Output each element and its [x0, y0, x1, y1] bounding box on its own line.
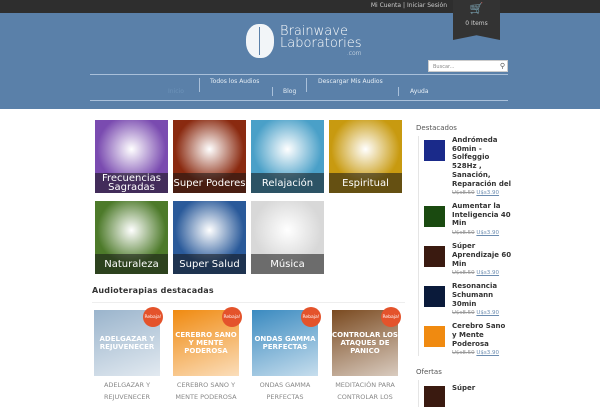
category-tile[interactable]: Música — [251, 201, 324, 274]
featured-item-title[interactable]: Andrómeda 60min - Solfeggio 528Hz , Sana… — [452, 136, 512, 188]
brain-logo-icon — [246, 24, 274, 58]
logo-line2: Laboratories — [280, 35, 362, 51]
featured-thumbnail[interactable] — [424, 326, 445, 348]
product-image-text: CEREBRO SANO Y MENTE PODEROSA — [175, 331, 237, 355]
featured-thumbnail[interactable] — [424, 140, 445, 161]
featured-thumbnail[interactable] — [424, 286, 445, 308]
search-placeholder: Buscar... — [433, 64, 455, 70]
featured-item[interactable]: Súper Aprendizaje 60 Min U$s8.50 U$s3.90 — [424, 242, 600, 276]
top-bar: Mi Cuenta | Iniciar Sesión — [0, 0, 600, 13]
featured-item[interactable]: Cerebro Sano y Mente Poderosa U$s8.50 U$s… — [424, 322, 600, 356]
category-tile[interactable]: Naturaleza — [95, 201, 168, 274]
offers-title: Ofertas — [416, 368, 442, 377]
product-caption[interactable]: MEDITACIÓN PARA CONTROLAR LOS — [325, 379, 405, 403]
sale-badge: Rebaja! — [143, 307, 163, 327]
product-image[interactable]: ADELGAZAR Y REJUVENECER Rebaja! — [94, 307, 163, 376]
nav-separator — [306, 78, 307, 92]
nav-blog[interactable]: Blog — [283, 86, 296, 98]
logo[interactable]: Brainwave Laboratories .com — [246, 24, 362, 58]
featured-thumbnail[interactable] — [424, 206, 445, 227]
category-tile[interactable]: Relajación — [251, 120, 324, 193]
sale-price: U$s3.90 — [476, 190, 500, 196]
old-price: U$s8.50 — [452, 310, 475, 317]
nav-separator — [398, 87, 399, 96]
nav-todos-los-audios[interactable]: Todos los Audios — [210, 76, 265, 88]
product-caption[interactable]: ONDAS GAMMA PERFECTAS — [245, 379, 325, 403]
sale-badge: Rebaja! — [222, 307, 242, 327]
cart-icon: 🛒 — [469, 2, 484, 15]
product-image[interactable]: ONDAS GAMMA PERFECTAS Rebaja! — [252, 307, 321, 376]
sale-price: U$s3.90 — [476, 230, 500, 237]
product-caption[interactable]: CEREBRO SANO Y MENTE PODEROSA — [166, 379, 246, 403]
logo-line3: .com — [346, 49, 362, 57]
product-image-text: CONTROLAR LOS ATAQUES DE PANICO — [332, 331, 398, 355]
category-label: Espiritual — [329, 173, 402, 193]
category-label: Naturaleza — [95, 254, 168, 274]
category-tile[interactable]: Super Salud — [173, 201, 246, 274]
category-tile[interactable]: Frecuencias Sagradas — [95, 120, 168, 193]
sidebar: Destacados Andrómeda 60min - Solfeggio 5… — [416, 124, 600, 413]
nav-ayuda[interactable]: Ayuda — [410, 86, 429, 98]
product-image[interactable]: CONTROLAR LOS ATAQUES DE PANICO Rebaja! — [332, 307, 401, 376]
old-price: U$s8.50 — [452, 230, 475, 237]
offer-item[interactable]: Súper — [424, 380, 600, 408]
nav-divider — [90, 100, 508, 101]
sale-badge: Rebaja! — [301, 307, 321, 327]
sale-price: U$s3.90 — [476, 350, 500, 357]
search-input[interactable]: Buscar... ⚲ — [428, 60, 508, 72]
featured-item[interactable]: Resonancia Schumann 30min U$s8.50 U$s3.90 — [424, 282, 600, 316]
sale-price: U$s3.90 — [476, 270, 500, 277]
category-label: Música — [251, 254, 324, 274]
featured-thumbnail[interactable] — [424, 246, 445, 268]
old-price: U$s8.50 — [452, 350, 475, 357]
category-label: Frecuencias Sagradas — [95, 173, 168, 193]
offer-item-title[interactable]: Súper — [452, 384, 512, 407]
cart-button[interactable]: 🛒 0 Items — [453, 0, 500, 40]
category-label: Relajación — [251, 173, 324, 193]
old-price: U$s8.50 — [452, 270, 475, 277]
login-link[interactable]: Iniciar Sesión — [407, 2, 447, 9]
sale-price: U$s3.90 — [476, 310, 500, 317]
category-tile[interactable]: Espiritual — [329, 120, 402, 193]
nav-separator — [272, 87, 273, 96]
product-image-text: ADELGAZAR Y REJUVENECER — [99, 335, 155, 351]
nav-inicio[interactable]: Inicio — [168, 86, 184, 98]
featured-item-title[interactable]: Cerebro Sano y Mente Poderosa — [452, 322, 512, 348]
product-card[interactable]: ADELGAZAR Y REJUVENECER Rebaja! ADELGAZAR … — [94, 307, 163, 403]
search-icon[interactable]: ⚲ — [500, 62, 505, 70]
my-account-link[interactable]: Mi Cuenta — [371, 2, 401, 9]
product-card[interactable]: ONDAS GAMMA PERFECTAS Rebaja! ONDAS GAMMA … — [252, 307, 321, 403]
nav-separator — [199, 78, 200, 92]
product-image[interactable]: CEREBRO SANO Y MENTE PODEROSA Rebaja! — [173, 307, 242, 376]
category-label: Super Salud — [173, 254, 246, 274]
product-caption[interactable]: ADELGAZAR Y REJUVENECER — [87, 379, 167, 403]
nav-divider — [90, 74, 508, 75]
nav-descargar[interactable]: Descargar Mis Audios — [318, 76, 393, 88]
featured-item[interactable]: Aumentar la Inteligencia 40 Min U$s8.50 U… — [424, 202, 600, 236]
product-image-text: ONDAS GAMMA PERFECTAS — [254, 335, 316, 351]
section-divider — [92, 302, 405, 303]
product-card[interactable]: CEREBRO SANO Y MENTE PODEROSA Rebaja! CERE… — [173, 307, 242, 403]
old-price: U$s8.50 — [452, 190, 475, 196]
section-title: Audioterapias destacadas — [92, 286, 214, 295]
category-tile[interactable]: Super Poderes — [173, 120, 246, 193]
category-label: Super Poderes — [173, 173, 246, 193]
featured-item-title[interactable]: Aumentar la Inteligencia 40 Min — [452, 202, 512, 228]
separator: | — [403, 2, 406, 9]
cart-count: 0 Items — [465, 20, 488, 27]
featured-title: Destacados — [416, 124, 457, 132]
featured-item[interactable]: Andrómeda 60min - Solfeggio 528Hz , Sana… — [424, 136, 600, 196]
featured-item-title[interactable]: Súper Aprendizaje 60 Min — [452, 242, 512, 268]
offer-thumbnail — [424, 386, 445, 408]
featured-item-title[interactable]: Resonancia Schumann 30min — [452, 282, 512, 308]
sale-badge: Rebaja! — [381, 307, 401, 327]
product-card[interactable]: CONTROLAR LOS ATAQUES DE PANICO Rebaja! ME… — [332, 307, 401, 403]
